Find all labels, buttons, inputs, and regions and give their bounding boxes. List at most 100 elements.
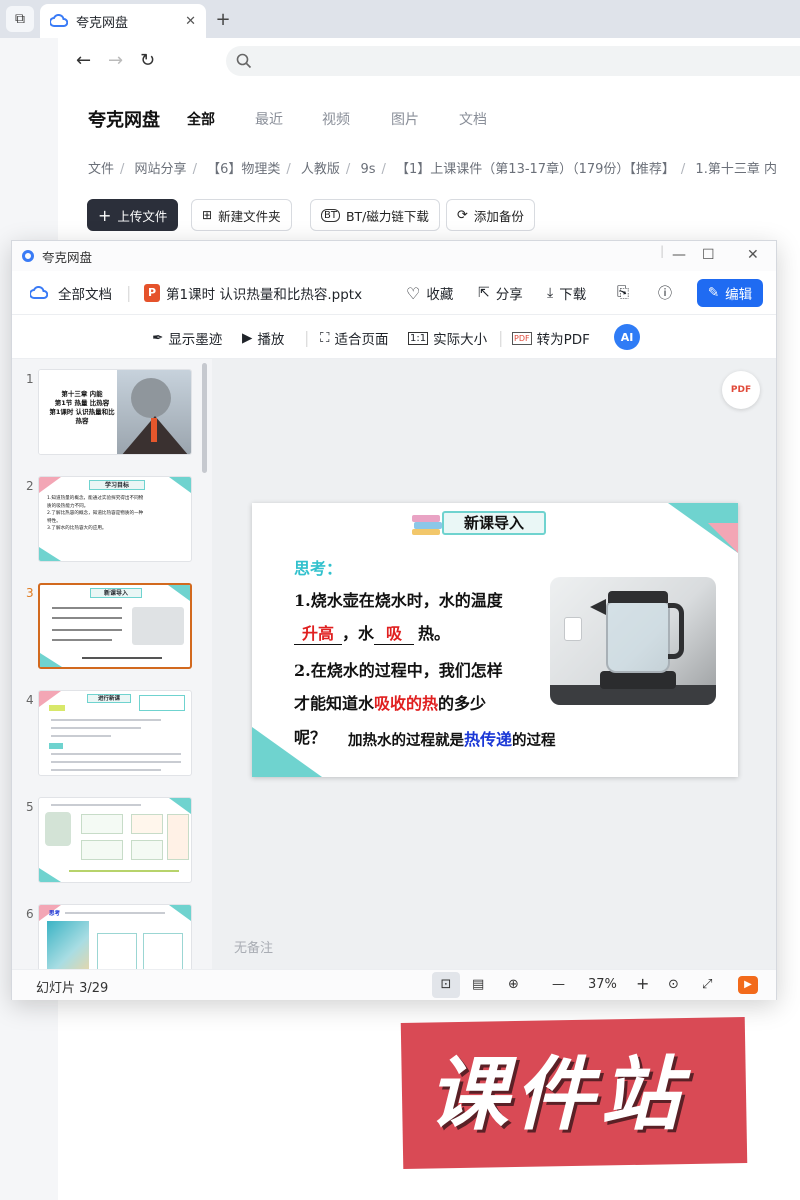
close-window-icon[interactable]: ✕ [747, 247, 759, 263]
language-globe-icon[interactable]: ⊕ [508, 977, 519, 992]
toolbar-divider: | [304, 328, 310, 347]
bt-download-button[interactable]: BT BT/磁力链下载 [310, 199, 440, 231]
show-ink-button[interactable]: ✒ 显示墨迹 [152, 328, 222, 348]
forward-arrow-icon[interactable]: → [108, 50, 123, 71]
share-button[interactable]: ⇱ 分享 [478, 283, 523, 303]
fullscreen-icon[interactable]: ⤢ [702, 977, 712, 992]
fit-page-button[interactable]: ⛶ 适合页面 [320, 328, 388, 348]
all-docs-link[interactable]: 全部文档 [30, 283, 112, 303]
add-backup-label: 添加备份 [473, 208, 524, 224]
download-icon: ⤓ [547, 285, 554, 301]
edit-button[interactable]: ✎ 编辑 [697, 279, 763, 307]
header-divider: | [126, 283, 132, 302]
upload-button[interactable]: + 上传文件 [87, 199, 179, 231]
favorite-button[interactable]: ♡ 收藏 [406, 283, 454, 304]
viewer-toolbar: ✒ 显示墨迹 ▶ 播放 | ⛶ 适合页面 1:1 实际大小 | PDF 转为PD… [12, 315, 776, 359]
favorite-label: 收藏 [426, 287, 454, 303]
minimize-icon[interactable]: — [672, 247, 686, 263]
slide-thumbnail-4[interactable]: 进行新课 [38, 690, 192, 776]
slide-thumbnail-1[interactable]: 第十三章 内能 第1节 热量 比热容 第1课时 认识热量和比 热容 [38, 369, 192, 455]
add-backup-button[interactable]: ⟳ 添加备份 [446, 199, 535, 231]
watermark-text: 课件站 [428, 1048, 686, 1141]
breadcrumb-item[interactable]: 文件 [88, 162, 114, 177]
zoom-level[interactable]: 37% [588, 977, 617, 992]
fit-screen-icon[interactable]: ⊙ [668, 977, 679, 992]
browser-tab-strip: ⧉ 夸克网盘 ✕ + [0, 0, 800, 38]
title-divider: | [660, 243, 665, 258]
reload-icon[interactable]: ↻ [140, 50, 155, 71]
quark-logo-icon [22, 250, 34, 262]
play-button[interactable]: ▶ 播放 [242, 328, 284, 348]
breadcrumb-item[interactable]: 人教版 [301, 162, 340, 177]
slide-thumbnail-5[interactable] [38, 797, 192, 883]
sync-icon: ⟳ [457, 207, 468, 223]
upload-label: 上传文件 [117, 208, 168, 224]
file-name-label: 第1课时 认识热量和比热容.pptx [166, 287, 363, 303]
edit-label: 编辑 [725, 287, 753, 303]
breadcrumb-item[interactable]: 9s [360, 162, 375, 177]
cloud-icon [30, 286, 48, 299]
breadcrumb-item[interactable]: 【1】上课课件（第13-17章）（179份）【推荐】 [396, 162, 675, 177]
slide-conclusion: 加热水的过程就是热传递的过程 [348, 730, 556, 749]
slide-thumbnail-2[interactable]: 学习目标 1.知道热量的概念，能通过实验探究得出不同物 质的吸热能力不同。 2.… [38, 476, 192, 562]
thumbnail-scrollbar[interactable] [202, 363, 207, 473]
nav-tab-doc[interactable]: 文档 [459, 109, 487, 129]
zoom-in-icon[interactable]: + [636, 974, 649, 993]
ai-assistant-button[interactable]: AI [614, 324, 640, 350]
slide-q2-line1: 2.在烧水的过程中，我们怎样 [294, 661, 503, 680]
back-arrow-icon[interactable]: ← [76, 50, 91, 71]
viewer-header: 全部文档 | P 第1课时 认识热量和比热容.pptx ♡ 收藏 ⇱ 分享 ⤓ … [12, 271, 776, 315]
notes-view-icon[interactable]: ▤ [472, 977, 484, 992]
to-pdf-button[interactable]: PDF 转为PDF [512, 328, 590, 348]
file-name: P 第1课时 认识热量和比热容.pptx [144, 283, 362, 303]
pencil-icon: ✎ [707, 285, 720, 301]
slide-q2-line2: 才能知道水吸收的热的多少 [294, 694, 487, 713]
share-label: 分享 [495, 287, 523, 303]
corner-decoration [708, 523, 738, 553]
pdf-convert-float-icon[interactable]: PDF [722, 371, 760, 409]
actual-size-button[interactable]: 1:1 实际大小 [408, 328, 487, 348]
viewer-title-bar: 夸克网盘 | — ☐ ✕ [12, 241, 776, 271]
search-icon [236, 53, 252, 69]
all-docs-label: 全部文档 [58, 287, 112, 303]
show-ink-label: 显示墨迹 [168, 332, 223, 348]
new-folder-button[interactable]: ⊞ 新建文件夹 [191, 199, 292, 231]
breadcrumb-item[interactable]: 1.第十三章 内 [695, 162, 777, 177]
slideshow-play-icon[interactable]: ▶ [738, 976, 758, 994]
slide-think-label: 思考： [294, 559, 343, 578]
nav-tab-recent[interactable]: 最近 [255, 109, 283, 129]
feedback-icon[interactable]: ⓘ [658, 283, 672, 303]
slide-notes: 无备注 [234, 941, 274, 956]
ai-label: AI [620, 330, 634, 344]
browser-tab-active[interactable]: 夸克网盘 ✕ [40, 4, 206, 38]
current-slide: 新课导入 思考： 1.烧水壶在烧水时，水的温度 升高 ，水吸热。 2.在烧水的过程… [252, 503, 738, 777]
presenter-view-icon[interactable]: ⊡ [432, 972, 460, 998]
breadcrumb-item[interactable]: 网站分享 [135, 162, 187, 177]
address-bar[interactable] [226, 46, 800, 76]
thumbnail-panel[interactable]: 1 第十三章 内能 第1节 热量 比热容 第1课时 认识热量和比 热容 2 学习… [12, 359, 212, 969]
nav-tab-image[interactable]: 图片 [391, 109, 419, 129]
download-button[interactable]: ⤓ 下载 [547, 283, 586, 303]
kettle-thumb-image [132, 607, 184, 645]
bt-download-label: BT/磁力链下载 [345, 208, 429, 224]
share-icon: ⇱ [478, 285, 490, 301]
actual-size-icon: 1:1 [408, 331, 429, 345]
ppt-file-icon: P [144, 284, 160, 302]
slide-thumbnail-6[interactable]: 思考 [38, 904, 192, 969]
slide-thumbnail-3[interactable]: 新课导入 [38, 583, 192, 669]
nav-tab-all[interactable]: 全部 [187, 109, 215, 129]
nav-tab-video[interactable]: 视频 [322, 109, 350, 129]
thumb-number: 6 [26, 907, 34, 921]
volcano-image [117, 370, 191, 454]
document-viewer-window: 夸克网盘 | — ☐ ✕ 全部文档 | P 第1课时 认识热量和比热容.pptx… [11, 240, 777, 1000]
tab-search-icon[interactable]: ⧉ [6, 6, 34, 32]
open-external-icon[interactable]: ⎘ [617, 283, 629, 301]
thumb-number: 3 [26, 586, 34, 600]
heart-icon: ♡ [406, 283, 421, 303]
breadcrumb-item[interactable]: 【6】物理类 [207, 162, 280, 177]
slide-q1-line1: 1.烧水壶在烧水时，水的温度 [294, 591, 503, 610]
close-tab-icon[interactable]: ✕ [185, 14, 196, 29]
new-tab-button[interactable]: + [210, 6, 236, 32]
maximize-icon[interactable]: ☐ [702, 247, 715, 263]
zoom-out-icon[interactable]: — [552, 977, 565, 992]
